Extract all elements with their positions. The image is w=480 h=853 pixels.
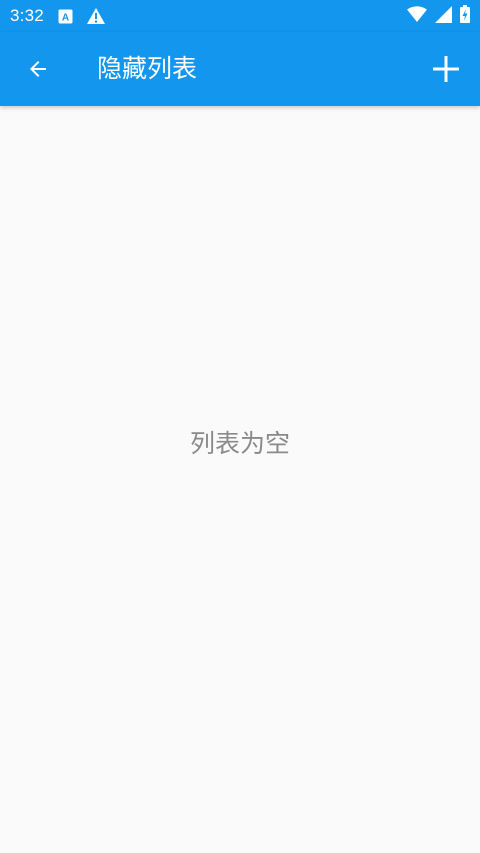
battery-charging-icon bbox=[460, 5, 470, 27]
keyboard-a-icon: A bbox=[58, 9, 73, 24]
arrow-back-icon bbox=[30, 61, 46, 77]
svg-text:A: A bbox=[62, 12, 69, 23]
warning-icon bbox=[86, 8, 105, 24]
page-title: 隐藏列表 bbox=[97, 54, 198, 83]
cellular-signal-icon bbox=[435, 5, 452, 27]
empty-list-message: 列表为空 bbox=[189, 429, 290, 458]
app-bar: 隐藏列表 bbox=[0, 32, 480, 106]
add-button[interactable] bbox=[422, 45, 470, 93]
status-time: 3:32 bbox=[10, 6, 44, 25]
list-content: 列表为空 bbox=[0, 106, 480, 853]
status-bar: 3:32 A bbox=[0, 0, 480, 32]
wifi-icon bbox=[407, 6, 427, 26]
back-button[interactable] bbox=[14, 45, 62, 93]
plus-icon bbox=[433, 56, 459, 82]
